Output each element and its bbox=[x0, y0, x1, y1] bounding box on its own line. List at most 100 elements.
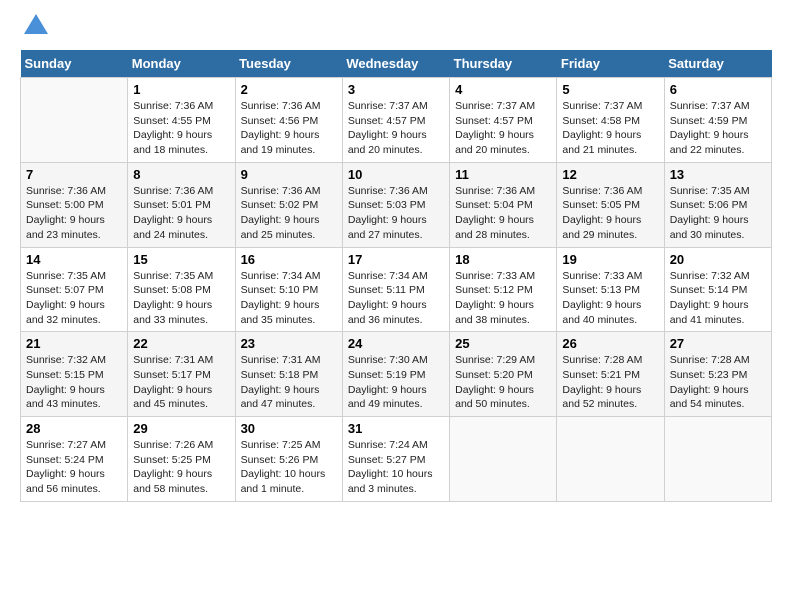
day-info: Sunrise: 7:36 AMSunset: 5:05 PMDaylight:… bbox=[562, 184, 658, 243]
day-info: Sunrise: 7:35 AMSunset: 5:07 PMDaylight:… bbox=[26, 269, 122, 328]
day-info: Sunrise: 7:37 AMSunset: 4:57 PMDaylight:… bbox=[455, 99, 551, 158]
calendar-cell: 30 Sunrise: 7:25 AMSunset: 5:26 PMDayligh… bbox=[235, 417, 342, 502]
page-header bbox=[20, 20, 772, 40]
day-number: 19 bbox=[562, 252, 658, 267]
day-info: Sunrise: 7:27 AMSunset: 5:24 PMDaylight:… bbox=[26, 438, 122, 497]
day-info: Sunrise: 7:37 AMSunset: 4:58 PMDaylight:… bbox=[562, 99, 658, 158]
day-number: 31 bbox=[348, 421, 444, 436]
day-number: 15 bbox=[133, 252, 229, 267]
weekday-header-thursday: Thursday bbox=[450, 50, 557, 78]
calendar-cell: 4 Sunrise: 7:37 AMSunset: 4:57 PMDaylight… bbox=[450, 78, 557, 163]
weekday-header-wednesday: Wednesday bbox=[342, 50, 449, 78]
day-info: Sunrise: 7:28 AMSunset: 5:23 PMDaylight:… bbox=[670, 353, 766, 412]
calendar-cell: 8 Sunrise: 7:36 AMSunset: 5:01 PMDaylight… bbox=[128, 162, 235, 247]
day-number: 22 bbox=[133, 336, 229, 351]
day-number: 3 bbox=[348, 82, 444, 97]
weekday-header-saturday: Saturday bbox=[664, 50, 771, 78]
day-number: 29 bbox=[133, 421, 229, 436]
calendar-cell: 17 Sunrise: 7:34 AMSunset: 5:11 PMDayligh… bbox=[342, 247, 449, 332]
day-info: Sunrise: 7:32 AMSunset: 5:14 PMDaylight:… bbox=[670, 269, 766, 328]
calendar-cell bbox=[557, 417, 664, 502]
day-info: Sunrise: 7:36 AMSunset: 5:03 PMDaylight:… bbox=[348, 184, 444, 243]
day-info: Sunrise: 7:30 AMSunset: 5:19 PMDaylight:… bbox=[348, 353, 444, 412]
day-info: Sunrise: 7:36 AMSunset: 5:04 PMDaylight:… bbox=[455, 184, 551, 243]
calendar-cell bbox=[21, 78, 128, 163]
calendar-cell: 9Sunrise: 7:36 AMSunset: 5:02 PMDaylight… bbox=[235, 162, 342, 247]
calendar-cell: 21 Sunrise: 7:32 AMSunset: 5:15 PMDayligh… bbox=[21, 332, 128, 417]
calendar-cell: 27 Sunrise: 7:28 AMSunset: 5:23 PMDayligh… bbox=[664, 332, 771, 417]
day-number: 30 bbox=[241, 421, 337, 436]
calendar-cell: 19 Sunrise: 7:33 AMSunset: 5:13 PMDayligh… bbox=[557, 247, 664, 332]
day-number: 11 bbox=[455, 167, 551, 182]
weekday-header-tuesday: Tuesday bbox=[235, 50, 342, 78]
calendar-cell: 10 Sunrise: 7:36 AMSunset: 5:03 PMDayligh… bbox=[342, 162, 449, 247]
day-number: 1 bbox=[133, 82, 229, 97]
day-number: 16 bbox=[241, 252, 337, 267]
day-number: 18 bbox=[455, 252, 551, 267]
day-info: Sunrise: 7:36 AMSunset: 5:00 PMDaylight:… bbox=[26, 184, 122, 243]
day-info: Sunrise: 7:31 AMSunset: 5:18 PMDaylight:… bbox=[241, 353, 337, 412]
day-number: 14 bbox=[26, 252, 122, 267]
week-row-3: 14 Sunrise: 7:35 AMSunset: 5:07 PMDayligh… bbox=[21, 247, 772, 332]
calendar-cell: 26 Sunrise: 7:28 AMSunset: 5:21 PMDayligh… bbox=[557, 332, 664, 417]
day-number: 12 bbox=[562, 167, 658, 182]
day-number: 6 bbox=[670, 82, 766, 97]
week-row-5: 28Sunrise: 7:27 AMSunset: 5:24 PMDayligh… bbox=[21, 417, 772, 502]
day-number: 25 bbox=[455, 336, 551, 351]
calendar-table: SundayMondayTuesdayWednesdayThursdayFrid… bbox=[20, 50, 772, 502]
day-number: 7 bbox=[26, 167, 122, 182]
calendar-cell: 12 Sunrise: 7:36 AMSunset: 5:05 PMDayligh… bbox=[557, 162, 664, 247]
day-info: Sunrise: 7:32 AMSunset: 5:15 PMDaylight:… bbox=[26, 353, 122, 412]
calendar-cell: 7 Sunrise: 7:36 AMSunset: 5:00 PMDaylight… bbox=[21, 162, 128, 247]
calendar-cell: 14 Sunrise: 7:35 AMSunset: 5:07 PMDayligh… bbox=[21, 247, 128, 332]
calendar-cell: 18 Sunrise: 7:33 AMSunset: 5:12 PMDayligh… bbox=[450, 247, 557, 332]
day-info: Sunrise: 7:36 AMSunset: 4:55 PMDaylight:… bbox=[133, 99, 229, 158]
week-row-1: 1 Sunrise: 7:36 AMSunset: 4:55 PMDaylight… bbox=[21, 78, 772, 163]
day-number: 20 bbox=[670, 252, 766, 267]
day-info: Sunrise: 7:36 AMSunset: 5:01 PMDaylight:… bbox=[133, 184, 229, 243]
day-number: 27 bbox=[670, 336, 766, 351]
calendar-cell bbox=[450, 417, 557, 502]
day-number: 4 bbox=[455, 82, 551, 97]
day-number: 23 bbox=[241, 336, 337, 351]
weekday-header-friday: Friday bbox=[557, 50, 664, 78]
day-info: Sunrise: 7:34 AMSunset: 5:11 PMDaylight:… bbox=[348, 269, 444, 328]
day-info: Sunrise: 7:35 AMSunset: 5:06 PMDaylight:… bbox=[670, 184, 766, 243]
day-number: 26 bbox=[562, 336, 658, 351]
calendar-cell: 6 Sunrise: 7:37 AMSunset: 4:59 PMDaylight… bbox=[664, 78, 771, 163]
day-number: 8 bbox=[133, 167, 229, 182]
calendar-cell: 31 Sunrise: 7:24 AMSunset: 5:27 PMDayligh… bbox=[342, 417, 449, 502]
calendar-cell: 13 Sunrise: 7:35 AMSunset: 5:06 PMDayligh… bbox=[664, 162, 771, 247]
calendar-cell: 22 Sunrise: 7:31 AMSunset: 5:17 PMDayligh… bbox=[128, 332, 235, 417]
day-number: 2 bbox=[241, 82, 337, 97]
day-info: Sunrise: 7:34 AMSunset: 5:10 PMDaylight:… bbox=[241, 269, 337, 328]
weekday-header-row: SundayMondayTuesdayWednesdayThursdayFrid… bbox=[21, 50, 772, 78]
calendar-cell: 5Sunrise: 7:37 AMSunset: 4:58 PMDaylight… bbox=[557, 78, 664, 163]
day-number: 21 bbox=[26, 336, 122, 351]
day-number: 10 bbox=[348, 167, 444, 182]
calendar-cell: 28Sunrise: 7:27 AMSunset: 5:24 PMDayligh… bbox=[21, 417, 128, 502]
day-info: Sunrise: 7:35 AMSunset: 5:08 PMDaylight:… bbox=[133, 269, 229, 328]
day-info: Sunrise: 7:24 AMSunset: 5:27 PMDaylight:… bbox=[348, 438, 444, 497]
calendar-cell: 2 Sunrise: 7:36 AMSunset: 4:56 PMDaylight… bbox=[235, 78, 342, 163]
day-info: Sunrise: 7:29 AMSunset: 5:20 PMDaylight:… bbox=[455, 353, 551, 412]
logo bbox=[20, 20, 50, 40]
calendar-cell: 29 Sunrise: 7:26 AMSunset: 5:25 PMDayligh… bbox=[128, 417, 235, 502]
day-number: 17 bbox=[348, 252, 444, 267]
day-info: Sunrise: 7:37 AMSunset: 4:59 PMDaylight:… bbox=[670, 99, 766, 158]
day-info: Sunrise: 7:25 AMSunset: 5:26 PMDaylight:… bbox=[241, 438, 337, 497]
day-number: 9 bbox=[241, 167, 337, 182]
week-row-2: 7 Sunrise: 7:36 AMSunset: 5:00 PMDaylight… bbox=[21, 162, 772, 247]
day-info: Sunrise: 7:36 AMSunset: 4:56 PMDaylight:… bbox=[241, 99, 337, 158]
day-info: Sunrise: 7:31 AMSunset: 5:17 PMDaylight:… bbox=[133, 353, 229, 412]
day-number: 13 bbox=[670, 167, 766, 182]
calendar-cell: 16 Sunrise: 7:34 AMSunset: 5:10 PMDayligh… bbox=[235, 247, 342, 332]
day-info: Sunrise: 7:28 AMSunset: 5:21 PMDaylight:… bbox=[562, 353, 658, 412]
week-row-4: 21 Sunrise: 7:32 AMSunset: 5:15 PMDayligh… bbox=[21, 332, 772, 417]
day-info: Sunrise: 7:26 AMSunset: 5:25 PMDaylight:… bbox=[133, 438, 229, 497]
day-number: 24 bbox=[348, 336, 444, 351]
day-info: Sunrise: 7:33 AMSunset: 5:13 PMDaylight:… bbox=[562, 269, 658, 328]
day-info: Sunrise: 7:37 AMSunset: 4:57 PMDaylight:… bbox=[348, 99, 444, 158]
day-info: Sunrise: 7:33 AMSunset: 5:12 PMDaylight:… bbox=[455, 269, 551, 328]
calendar-cell: 23 Sunrise: 7:31 AMSunset: 5:18 PMDayligh… bbox=[235, 332, 342, 417]
